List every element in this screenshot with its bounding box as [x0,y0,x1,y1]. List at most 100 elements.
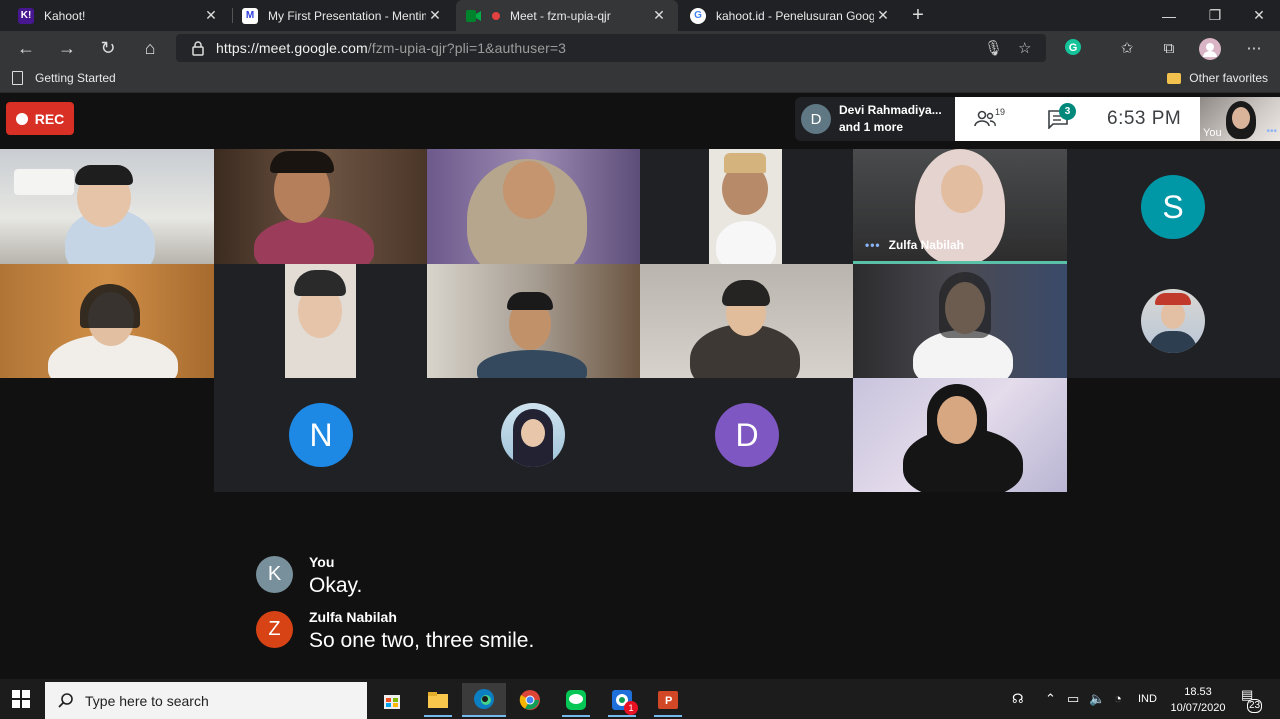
favorite-getting-started[interactable]: Getting Started [12,71,116,85]
minimize-button[interactable]: — [1146,0,1192,31]
participant-tile[interactable] [214,264,427,378]
presenter-info[interactable]: D Devi Rahmadiya... and 1 more [795,97,955,141]
battery-icon[interactable]: ▭ [1067,691,1079,707]
input-language[interactable]: IND [1138,693,1157,705]
line-icon[interactable] [554,683,598,717]
show-hidden-icons-icon[interactable]: ⌃ [1045,691,1056,707]
participant-photo-avatar [1141,289,1205,353]
kahoot-icon: K! [18,7,34,24]
self-label: You [1203,127,1222,139]
microphone-icon[interactable]: 🎙 [984,39,1003,57]
restore-button[interactable]: ❐ [1192,0,1238,31]
participant-tile[interactable] [214,149,427,264]
url-text: https://meet.google.com/fzm-upia-qjr?pli… [216,40,566,56]
chat-button[interactable]: 3 [1029,97,1087,141]
home-button[interactable]: ⌂ [136,36,164,60]
google-icon: G [690,7,706,24]
mentimeter-icon: M [242,7,258,24]
more-menu-icon[interactable]: ⋯ [1243,38,1265,60]
people-tray-icon[interactable]: ☊ [1012,691,1024,707]
self-view-tile[interactable]: You ••• [1200,97,1280,141]
close-tab-icon[interactable]: ✕ [202,7,220,24]
taskbar-search-box[interactable]: Type here to search [45,682,367,719]
network-icon[interactable]: ◔ [1114,691,1122,706]
volume-icon[interactable]: 🔈 [1089,691,1105,707]
presenter-name: Devi Rahmadiya... [839,103,942,117]
clock-time: 18.53 [1184,686,1212,698]
participant-tile[interactable] [427,378,640,492]
grammarly-icon[interactable]: G [1062,38,1084,60]
svg-text:G: G [1069,42,1078,54]
speaking-indicator-icon: ••• [865,238,881,252]
folder-icon [1167,72,1182,84]
new-tab-button[interactable]: + [906,4,930,26]
address-bar[interactable]: https://meet.google.com/fzm-upia-qjr?pli… [176,34,1046,62]
participant-tile[interactable] [640,149,853,264]
close-tab-icon[interactable]: ✕ [426,7,444,24]
tab-mentimeter[interactable]: M My First Presentation - Mentimeter ✕ [232,0,454,31]
caption-text: Okay. [309,574,363,597]
notification-badge: 1 [624,701,638,715]
participant-tile[interactable] [853,264,1067,378]
close-tab-icon[interactable]: ✕ [650,7,668,24]
participant-tile[interactable]: N [214,378,427,492]
url-path: /fzm-upia-qjr?pli=1&authuser=3 [367,40,567,56]
taskbar-clock[interactable]: 18.53 10/07/2020 [1170,684,1226,716]
participant-tile[interactable] [427,149,640,264]
chrome-app-icon[interactable]: 1 [600,683,644,717]
edge-icon[interactable] [462,683,506,717]
participant-tile[interactable] [0,149,214,264]
participant-tile[interactable]: D [640,378,853,492]
speaker-avatar: K [256,556,293,593]
other-favorites-folder[interactable]: Other favorites [1167,71,1268,85]
chrome-icon[interactable] [508,683,552,717]
more-options-icon[interactable]: ••• [1266,126,1277,137]
back-button[interactable]: ← [12,36,40,60]
browser-tab-bar: K! Kahoot! ✕ M My First Presentation - M… [0,0,1280,31]
recording-badge: REC [6,102,74,135]
people-icon [974,110,996,127]
participant-tile[interactable]: S [1067,149,1280,264]
url-host: https://meet.google.com [216,40,368,56]
close-tab-icon[interactable]: ✕ [874,7,892,24]
participant-tile[interactable] [427,264,640,378]
caption-line: K You Okay. [256,554,363,598]
windows-taskbar: Type here to search 1 P ☊ ⌃ ▭ 🔈 ◔ IND 18… [0,679,1280,719]
meet-content: REC D Devi Rahmadiya... and 1 more 19 3 … [0,94,1280,679]
file-explorer-icon[interactable] [416,683,460,717]
search-icon [58,692,73,708]
participant-tile[interactable] [853,378,1067,492]
collections-icon[interactable]: ⧉ [1158,38,1180,60]
folder-label: Other favorites [1189,71,1268,85]
speaker-name: Zulfa Nabilah [309,609,397,625]
participant-tile-zulfa-nabilah[interactable]: ••• Zulfa Nabilah [853,149,1067,264]
participant-avatar: N [289,403,353,467]
address-toolbar: ← → ↻ ⌂ https://meet.google.com/fzm-upia… [0,31,1280,65]
participant-tile[interactable] [1067,264,1280,378]
forward-button[interactable]: → [53,36,81,60]
participant-photo-avatar [501,403,565,467]
participant-tile[interactable] [640,264,853,378]
speaker-name: You [309,554,335,570]
meeting-clock: 6:53 PM [1107,108,1182,129]
tab-title: Meet - fzm-upia-qjr [510,8,611,23]
store-icon[interactable] [370,683,414,717]
profile-avatar[interactable] [1199,38,1221,60]
tab-google-search[interactable]: G kahoot.id - Penelusuran Google ✕ [680,0,902,31]
recording-label: REC [34,110,65,127]
participant-tile[interactable] [0,264,214,378]
favorites-icon[interactable]: ✩ [1116,38,1138,60]
tab-meet[interactable]: Meet - fzm-upia-qjr ✕ [456,0,678,31]
svg-text:P: P [665,695,672,707]
refresh-button[interactable]: ↻ [94,36,122,60]
people-button[interactable]: 19 [955,97,1015,141]
presenter-more: and 1 more [839,120,904,134]
favorite-star-icon[interactable]: ☆ [1018,39,1031,57]
google-meet-icon [466,8,482,24]
tab-kahoot[interactable]: K! Kahoot! ✕ [8,0,230,31]
tab-title: My First Presentation - Mentimeter [268,8,426,23]
powerpoint-icon[interactable]: P [646,683,690,717]
participant-name-text: Zulfa Nabilah [888,238,964,252]
close-window-button[interactable]: ✕ [1236,0,1280,31]
windows-start-icon[interactable] [12,690,30,708]
